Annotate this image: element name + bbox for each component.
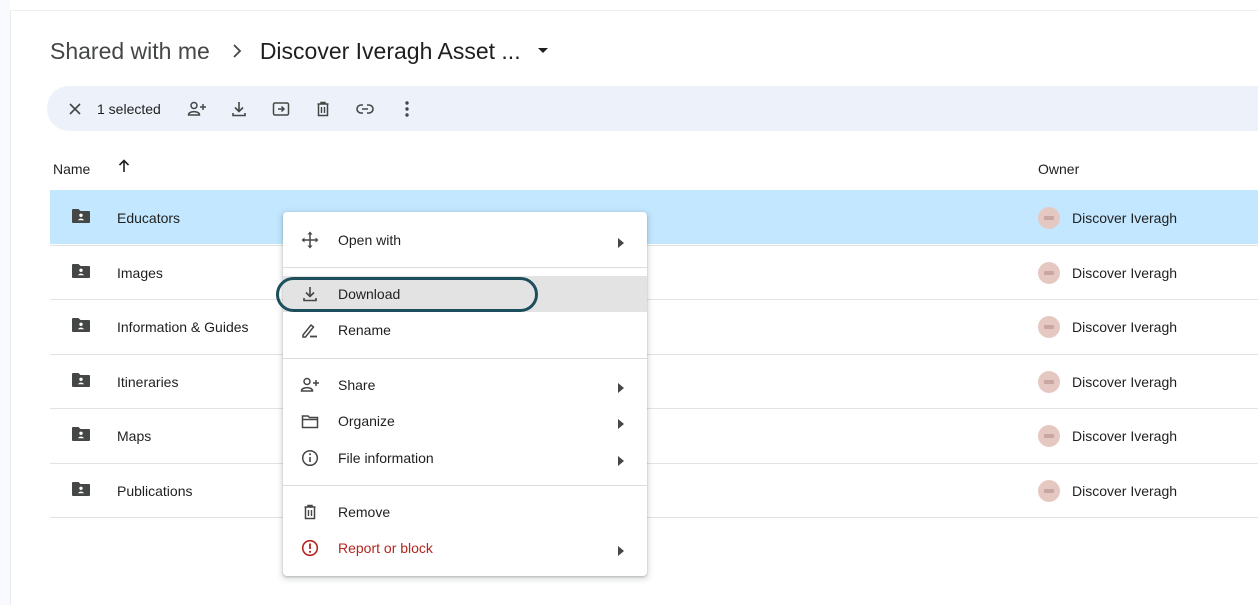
file-name: Itineraries <box>117 373 179 390</box>
menu-item-label: Open with <box>338 232 402 248</box>
menu-item-rename[interactable]: Rename <box>283 312 647 348</box>
owner-name: Discover Iveragh <box>1072 210 1178 226</box>
menu-item-download[interactable]: Download <box>283 276 647 312</box>
chevron-right-icon <box>232 44 242 58</box>
download-icon <box>300 284 320 304</box>
share-icon <box>300 375 320 395</box>
selection-count: 1 selected <box>97 100 161 117</box>
open-with-icon <box>300 230 320 250</box>
table-header: Name Owner <box>50 150 1258 188</box>
menu-divider <box>283 485 647 486</box>
context-menu: Open with Download Rename Share Organize <box>283 212 647 576</box>
avatar <box>1038 479 1060 502</box>
avatar <box>1038 207 1060 229</box>
close-icon[interactable] <box>61 93 89 125</box>
avatar <box>1038 316 1060 338</box>
share-person-add-icon[interactable] <box>183 93 211 125</box>
avatar <box>1038 370 1060 393</box>
submenu-arrow-icon <box>618 453 624 469</box>
file-name: Information & Guides <box>117 319 249 335</box>
report-icon <box>300 538 320 558</box>
folder-icon <box>300 411 320 431</box>
submenu-arrow-icon <box>618 380 624 396</box>
caret-down-icon[interactable] <box>537 47 549 55</box>
menu-item-label: Share <box>338 377 376 393</box>
owner-name: Discover Iveragh <box>1072 264 1178 281</box>
menu-item-file-information[interactable]: File information <box>283 440 647 476</box>
file-name: Publications <box>117 482 193 499</box>
menu-divider <box>283 267 647 268</box>
menu-item-remove[interactable]: Remove <box>283 494 647 530</box>
avatar <box>1038 425 1060 447</box>
shared-folder-icon <box>71 317 91 335</box>
menu-item-label: Rename <box>338 322 391 338</box>
breadcrumb: Shared with me Discover Iveragh Asset ..… <box>50 34 549 68</box>
arrow-up-sort-icon[interactable] <box>118 159 130 176</box>
owner-name: Discover Iveragh <box>1072 482 1178 499</box>
more-vert-icon[interactable] <box>393 93 421 125</box>
menu-item-label: Organize <box>338 413 395 429</box>
link-icon[interactable] <box>351 93 379 125</box>
table-row[interactable]: Educators Discover Iveragh <box>50 190 1258 244</box>
download-icon[interactable] <box>225 93 253 125</box>
file-name: Images <box>117 264 163 281</box>
submenu-arrow-icon <box>618 416 624 432</box>
file-name: Educators <box>117 210 181 226</box>
file-name: Maps <box>117 428 152 444</box>
breadcrumb-current-folder[interactable]: Discover Iveragh Asset ... <box>260 38 521 65</box>
shared-folder-icon <box>71 372 91 390</box>
submenu-arrow-icon <box>618 235 624 251</box>
shared-folder-icon <box>71 208 91 226</box>
table-row[interactable]: Images Discover Iveragh <box>50 244 1258 299</box>
move-to-folder-icon[interactable] <box>267 93 295 125</box>
table-row[interactable]: Itineraries Discover Iveragh <box>50 353 1258 408</box>
column-header-owner[interactable]: Owner <box>1038 161 1079 177</box>
table-row[interactable]: Publications Discover Iveragh <box>50 462 1258 517</box>
avatar <box>1038 261 1060 284</box>
shared-folder-icon <box>71 426 91 444</box>
table-row[interactable]: Maps Discover Iveragh <box>50 408 1258 462</box>
shared-folder-icon <box>71 263 91 281</box>
menu-item-label: Download <box>338 286 401 302</box>
menu-item-organize[interactable]: Organize <box>283 403 647 439</box>
menu-item-report-or-block[interactable]: Report or block <box>283 530 647 566</box>
left-gutter <box>0 0 10 605</box>
column-header-name[interactable]: Name <box>53 161 90 177</box>
selection-toolbar: 1 selected <box>47 86 1258 131</box>
menu-item-label: Report or block <box>338 540 433 556</box>
menu-item-share[interactable]: Share <box>283 367 647 403</box>
info-icon <box>300 448 320 468</box>
menu-item-label: Remove <box>338 504 391 520</box>
owner-name: Discover Iveragh <box>1072 428 1178 444</box>
menu-item-label: File information <box>338 450 434 466</box>
table-row[interactable]: Information & Guides Discover Iveragh <box>50 299 1258 353</box>
breadcrumb-shared-with-me[interactable]: Shared with me <box>50 38 210 65</box>
submenu-arrow-icon <box>618 543 624 559</box>
owner-name: Discover Iveragh <box>1072 373 1178 390</box>
menu-divider <box>283 358 647 359</box>
trash-icon <box>300 502 320 522</box>
shared-folder-icon <box>71 481 91 499</box>
owner-name: Discover Iveragh <box>1072 319 1178 335</box>
table-bottom-divider <box>50 517 1258 518</box>
trash-icon[interactable] <box>309 93 337 125</box>
rename-icon <box>300 320 320 340</box>
menu-item-open-with[interactable]: Open with <box>283 222 647 258</box>
